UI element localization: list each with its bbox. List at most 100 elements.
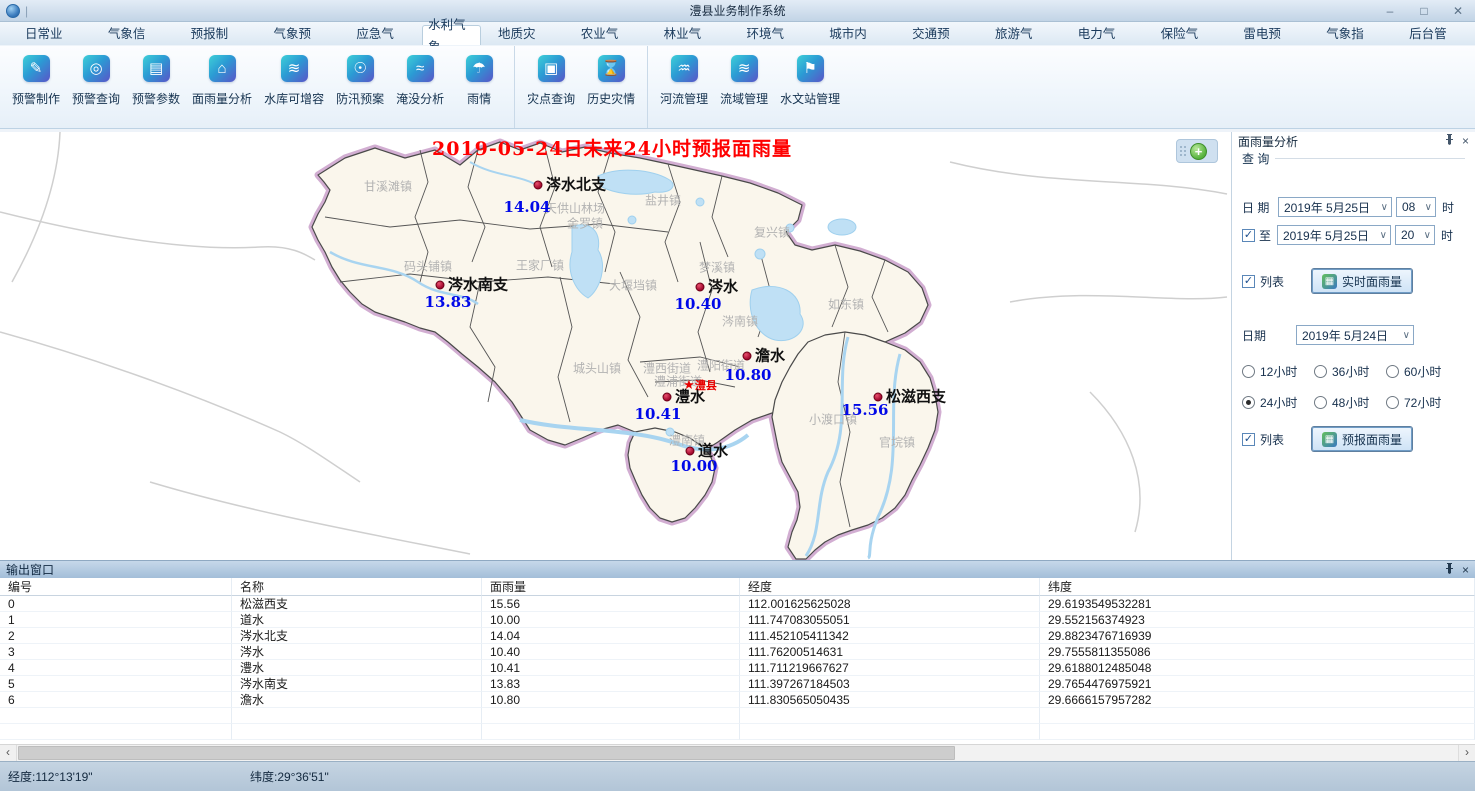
drag-handle-icon[interactable] — [1180, 146, 1187, 157]
realtime-rainfall-button[interactable]: ▦ 实时面雨量 — [1312, 269, 1412, 293]
radio-12小时[interactable] — [1242, 365, 1255, 378]
tab-日常业务[interactable]: 日常业务 — [8, 23, 91, 45]
table-row[interactable]: 3涔水10.40111.7620051463129.7555811355086 — [0, 644, 1475, 660]
table-row[interactable]: 4澧水10.41111.71121966762729.6188012485048 — [0, 660, 1475, 676]
tab-气象指数[interactable]: 气象指数 — [1309, 23, 1392, 45]
town-label-王家厂镇: 王家厂镇 — [516, 257, 564, 274]
town-label-城头山镇: 城头山镇 — [573, 360, 621, 377]
radio-60小时[interactable] — [1386, 365, 1399, 378]
column-header-编号[interactable]: 编号 — [0, 578, 232, 596]
table-cell: 111.452105411342 — [740, 628, 1040, 644]
scroll-left-icon[interactable]: ‹ — [0, 745, 17, 761]
scrollbar-thumb[interactable] — [18, 746, 955, 760]
to-checkbox[interactable]: ✓ — [1242, 229, 1255, 242]
table-row[interactable]: 6澹水10.80111.83056505043529.6666157957282 — [0, 692, 1475, 708]
window-title: 澧县业务制作系统 — [0, 2, 1475, 19]
toolbar-面雨量分析[interactable]: ⌂面雨量分析 — [186, 55, 258, 128]
toolbar-淹没分析[interactable]: ≈淹没分析 — [390, 55, 450, 128]
radio-36小时[interactable] — [1314, 365, 1327, 378]
radio-24小时[interactable] — [1242, 396, 1255, 409]
tab-水利气象[interactable]: 水利气象 — [422, 25, 481, 45]
table-row[interactable]: 1道水10.00111.74708305505129.552156374923 — [0, 612, 1475, 628]
output-window-header: 输出窗口 × — [0, 560, 1475, 578]
tab-气象预警[interactable]: 气象预警 — [256, 23, 339, 45]
rain-info-icon: ☂ — [466, 55, 493, 82]
zoom-add-button[interactable]: + — [1190, 143, 1207, 160]
duration-24小时[interactable]: 24小时 — [1242, 394, 1314, 411]
table-row[interactable]: 5涔水南支13.83111.39726718450329.76544769759… — [0, 676, 1475, 692]
table-row[interactable]: 2涔水北支14.04111.45210541134229.88234767169… — [0, 628, 1475, 644]
history-disaster-icon: ⌛ — [598, 55, 625, 82]
duration-label: 12小时 — [1260, 363, 1297, 380]
table-row[interactable] — [0, 708, 1475, 724]
toolbar-流域管理[interactable]: ≋流域管理 — [714, 55, 774, 128]
pin-icon[interactable] — [1445, 563, 1454, 577]
tab-气象信息[interactable]: 气象信息 — [91, 23, 174, 45]
tab-农业气象[interactable]: 农业气象 — [564, 23, 647, 45]
duration-72小时[interactable]: 72小时 — [1386, 394, 1454, 411]
toolbar-label: 河流管理 — [660, 90, 708, 107]
output-close-icon[interactable]: × — [1462, 563, 1469, 577]
toolbar-预警制作[interactable]: ✎预警制作 — [6, 55, 66, 128]
toolbar-label: 历史灾情 — [587, 90, 635, 107]
list-checkbox-2[interactable]: ✓ — [1242, 433, 1255, 446]
tab-后台管理[interactable]: 后台管理 — [1392, 23, 1475, 45]
list-checkbox[interactable]: ✓ — [1242, 275, 1255, 288]
table-cell: 111.397267184503 — [740, 676, 1040, 692]
column-header-纬度[interactable]: 纬度 — [1040, 578, 1475, 596]
panel-close-icon[interactable]: × — [1462, 134, 1469, 148]
table-row[interactable]: 0松滋西支15.56112.00162562502829.61935495322… — [0, 596, 1475, 612]
column-header-经度[interactable]: 经度 — [740, 578, 1040, 596]
map-view[interactable]: 2019-05-24日未来24小时预报面雨量 甘溪滩镇盐井镇天供山林场金罗镇复兴… — [0, 132, 1228, 560]
tab-bar: 日常业务气象信息预报制作气象预警应急气象水利气象地质灾害农业气象林业气象环境气象… — [0, 22, 1475, 46]
station-name: 松滋西支 — [886, 386, 946, 407]
alert-edit-icon: ✎ — [23, 55, 50, 82]
tab-预报制作[interactable]: 预报制作 — [174, 23, 257, 45]
toolbar-灾点查询[interactable]: ▣灾点查询 — [521, 55, 581, 128]
tab-雷电预警[interactable]: 雷电预警 — [1226, 23, 1309, 45]
tab-保险气象[interactable]: 保险气象 — [1144, 23, 1227, 45]
radio-72小时[interactable] — [1386, 396, 1399, 409]
tab-地质灾害[interactable]: 地质灾害 — [481, 23, 564, 45]
hour-to-select[interactable]: 20 ∨ — [1395, 225, 1435, 245]
column-header-面雨量[interactable]: 面雨量 — [482, 578, 740, 596]
hour-from-select[interactable]: 08 ∨ — [1396, 197, 1436, 217]
minimize-button[interactable]: – — [1381, 4, 1399, 18]
toolbar-防汛预案[interactable]: ☉防汛预案 — [330, 55, 390, 128]
close-button[interactable]: ✕ — [1449, 4, 1467, 18]
duration-12小时[interactable]: 12小时 — [1242, 363, 1314, 380]
pin-icon[interactable] — [1445, 134, 1454, 148]
radio-48小时[interactable] — [1314, 396, 1327, 409]
tab-应急气象[interactable]: 应急气象 — [339, 23, 422, 45]
date-to-select[interactable]: 2019年 5月25日 ∨ — [1277, 225, 1391, 245]
horizontal-scrollbar[interactable]: ‹ › — [0, 744, 1475, 761]
town-label-码头铺镇: 码头铺镇 — [404, 258, 452, 275]
toolbar-水文站管理[interactable]: ⚑水文站管理 — [774, 55, 846, 128]
toolbar-河流管理[interactable]: ♒河流管理 — [654, 55, 714, 128]
tab-环境气象[interactable]: 环境气象 — [729, 23, 812, 45]
table-cell: 29.8823476716939 — [1040, 628, 1475, 644]
maximize-button[interactable]: □ — [1415, 4, 1433, 18]
tab-交通预报[interactable]: 交通预报 — [895, 23, 978, 45]
table-cell — [740, 708, 1040, 724]
duration-48小时[interactable]: 48小时 — [1314, 394, 1386, 411]
toolbar-水库可增容[interactable]: ≋水库可增容 — [258, 55, 330, 128]
toolbar-预警参数[interactable]: ▤预警参数 — [126, 55, 186, 128]
forecast-rainfall-button[interactable]: ▦ 预报面雨量 — [1312, 427, 1412, 451]
duration-36小时[interactable]: 36小时 — [1314, 363, 1386, 380]
date-from-select[interactable]: 2019年 5月25日 ∨ — [1278, 197, 1392, 217]
tab-电力气象[interactable]: 电力气象 — [1061, 23, 1144, 45]
table-cell: 涔水 — [232, 644, 482, 660]
tab-城市内涝[interactable]: 城市内涝 — [812, 23, 895, 45]
toolbar-雨情[interactable]: ☂雨情 — [450, 55, 508, 128]
panel-title: 面雨量分析 — [1238, 133, 1437, 150]
toolbar-预警查询[interactable]: ◎预警查询 — [66, 55, 126, 128]
duration-60小时[interactable]: 60小时 — [1386, 363, 1454, 380]
tab-旅游气象[interactable]: 旅游气象 — [978, 23, 1061, 45]
column-header-名称[interactable]: 名称 — [232, 578, 482, 596]
forecast-date-select[interactable]: 2019年 5月24日 ∨ — [1296, 325, 1414, 345]
table-row[interactable] — [0, 724, 1475, 740]
tab-林业气象[interactable]: 林业气象 — [647, 23, 730, 45]
scroll-right-icon[interactable]: › — [1458, 745, 1475, 761]
toolbar-历史灾情[interactable]: ⌛ 历史灾情 — [581, 55, 641, 128]
